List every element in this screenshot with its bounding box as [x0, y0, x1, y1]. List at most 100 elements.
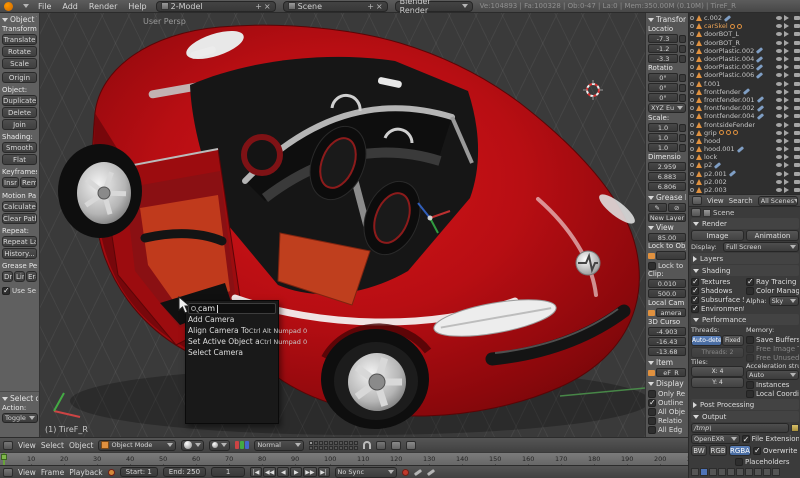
renderable-camera-icon[interactable]: [794, 32, 800, 37]
outliner-row[interactable]: carSkel: [690, 22, 800, 30]
object-name[interactable]: frontfender.004: [704, 112, 755, 120]
menu-item[interactable]: Set Active Object a Ctrl Numpad 0: [188, 336, 307, 347]
axis-x-icon[interactable]: [235, 441, 240, 449]
checkbox-option[interactable]: Textures: [691, 277, 744, 286]
visibility-dot-icon[interactable]: [690, 114, 694, 119]
outliner-row[interactable]: hood: [690, 137, 800, 145]
checkbox[interactable]: [648, 389, 656, 398]
tool-button[interactable]: Dr: [2, 271, 13, 282]
visibility-dot-icon[interactable]: [690, 163, 694, 168]
checkbox-option[interactable]: Save Buffers: [746, 335, 799, 344]
tool-button[interactable]: Translate: [2, 34, 37, 45]
selectable-arrow-icon[interactable]: [784, 15, 792, 22]
eye-icon[interactable]: [776, 32, 782, 37]
eye-icon[interactable]: [776, 81, 782, 86]
selectable-arrow-icon[interactable]: [784, 170, 792, 177]
object-name[interactable]: hood: [704, 137, 720, 145]
placeholders-option[interactable]: Placeholders: [735, 457, 799, 466]
frame-end-field[interactable]: End: 250: [162, 467, 207, 477]
selectable-arrow-icon[interactable]: [784, 178, 792, 185]
viewport-3d[interactable]: User Persp (1) TireF_R cam Add Camera Ali…: [40, 13, 645, 437]
menu-help[interactable]: Help: [126, 2, 148, 11]
checkbox[interactable]: [691, 277, 699, 286]
checkbox[interactable]: [648, 416, 656, 425]
layers-panel-header[interactable]: Layers: [691, 253, 799, 264]
outliner-row[interactable]: doorPlastic.002: [690, 47, 800, 55]
checkbox[interactable]: [691, 304, 699, 313]
renderable-camera-icon[interactable]: [794, 48, 800, 53]
lock-icon[interactable]: [679, 34, 686, 43]
visibility-dot-icon[interactable]: [690, 171, 694, 176]
eye-icon[interactable]: [776, 130, 782, 135]
menu-item[interactable]: Add Camera: [188, 314, 276, 325]
shading-panel-header[interactable]: Shading: [691, 265, 799, 276]
eye-icon[interactable]: [776, 24, 782, 29]
render-engine-dropdown[interactable]: Blender Render: [394, 0, 473, 15]
tool-button[interactable]: Insr: [2, 177, 19, 188]
renderable-camera-icon[interactable]: [794, 122, 800, 127]
checkbox[interactable]: [648, 407, 656, 416]
value-field[interactable]: 500.0: [648, 289, 686, 298]
value-field[interactable]: -7.3: [648, 34, 678, 43]
tool-button[interactable]: Repeat La: [2, 236, 37, 247]
tool-button[interactable]: Rotate: [2, 46, 37, 57]
object-name[interactable]: doorPlastic.005: [704, 63, 754, 71]
checkbox[interactable]: [746, 389, 754, 398]
item-name-field[interactable]: eF_R: [656, 368, 686, 377]
select-panel-header[interactable]: Select or: [2, 393, 38, 404]
format-dropdown[interactable]: OpenEXR: [691, 434, 740, 444]
file-format-icon[interactable]: [763, 468, 771, 476]
selectable-arrow-icon[interactable]: [784, 39, 792, 46]
timeline-menu-view[interactable]: View: [18, 468, 36, 477]
menu-item[interactable]: Align Camera To Ctrl Alt Numpad 0: [188, 325, 307, 336]
visibility-dot-icon[interactable]: [690, 147, 694, 152]
value-field[interactable]: -13.68: [648, 347, 686, 356]
selectable-arrow-icon[interactable]: [784, 146, 792, 153]
outliner-row[interactable]: doorBOT_R: [690, 39, 800, 47]
selectable-arrow-icon[interactable]: [784, 72, 792, 79]
render-animation-button[interactable]: Animation: [746, 230, 799, 241]
use-sketch-option[interactable]: Use Se: [2, 286, 37, 295]
checkbox-option[interactable]: Only Re: [648, 389, 686, 398]
checkbox-option[interactable]: Relatio: [648, 416, 686, 425]
frame-start-field[interactable]: Start: 1: [119, 467, 158, 477]
file-format-icon[interactable]: [754, 468, 762, 476]
view-menu[interactable]: View: [18, 441, 36, 450]
checkbox[interactable]: [746, 344, 754, 353]
visibility-dot-icon[interactable]: [690, 97, 694, 102]
transform-panel-header[interactable]: Transfor: [648, 14, 686, 25]
outliner-row[interactable]: p2.002: [690, 178, 800, 186]
snap-element-icon[interactable]: [376, 440, 387, 450]
visibility-dot-icon[interactable]: [690, 81, 694, 86]
checkbox-option[interactable]: Instances: [746, 380, 799, 389]
manipulator-toggles[interactable]: [235, 441, 250, 449]
renderable-camera-icon[interactable]: [794, 155, 800, 160]
file-format-icon[interactable]: [718, 468, 726, 476]
editor-type-icon[interactable]: [3, 467, 13, 477]
lock-icon[interactable]: [679, 73, 686, 82]
insert-keyframe-icon[interactable]: [413, 468, 422, 476]
checkbox-option[interactable]: Shadows: [691, 286, 744, 295]
current-frame-field[interactable]: 1: [211, 467, 246, 477]
outliner-row[interactable]: p2.003: [690, 186, 800, 194]
lock-icon[interactable]: [679, 133, 686, 142]
object-name[interactable]: frontfender.002: [704, 104, 755, 112]
renderable-camera-icon[interactable]: [794, 73, 800, 78]
tool-button[interactable]: Calculate: [2, 201, 37, 212]
outliner-row[interactable]: hood.001: [690, 145, 800, 153]
file-format-icon[interactable]: [736, 468, 744, 476]
outliner-scope-dropdown[interactable]: All Scenes: [757, 195, 798, 206]
visibility-dot-icon[interactable]: [690, 48, 694, 53]
object-name[interactable]: frontfender.001: [704, 96, 755, 104]
value-field[interactable]: -1.2: [648, 44, 678, 53]
tile-y-slider[interactable]: Y: 4: [691, 377, 744, 388]
value-field[interactable]: -3.3: [648, 54, 678, 63]
snap-magnet-icon[interactable]: [363, 441, 372, 449]
editor-type-chevron-icon[interactable]: [23, 4, 29, 8]
grease-pencil-panel-header[interactable]: Grease P: [648, 192, 686, 203]
tool-button[interactable]: Rem: [20, 177, 37, 188]
clock-icon[interactable]: [107, 468, 115, 476]
visibility-dot-icon[interactable]: [690, 106, 694, 111]
threads-fixed-button[interactable]: Fixed: [721, 335, 744, 346]
grease-erase-button[interactable]: ⊘: [667, 203, 686, 212]
